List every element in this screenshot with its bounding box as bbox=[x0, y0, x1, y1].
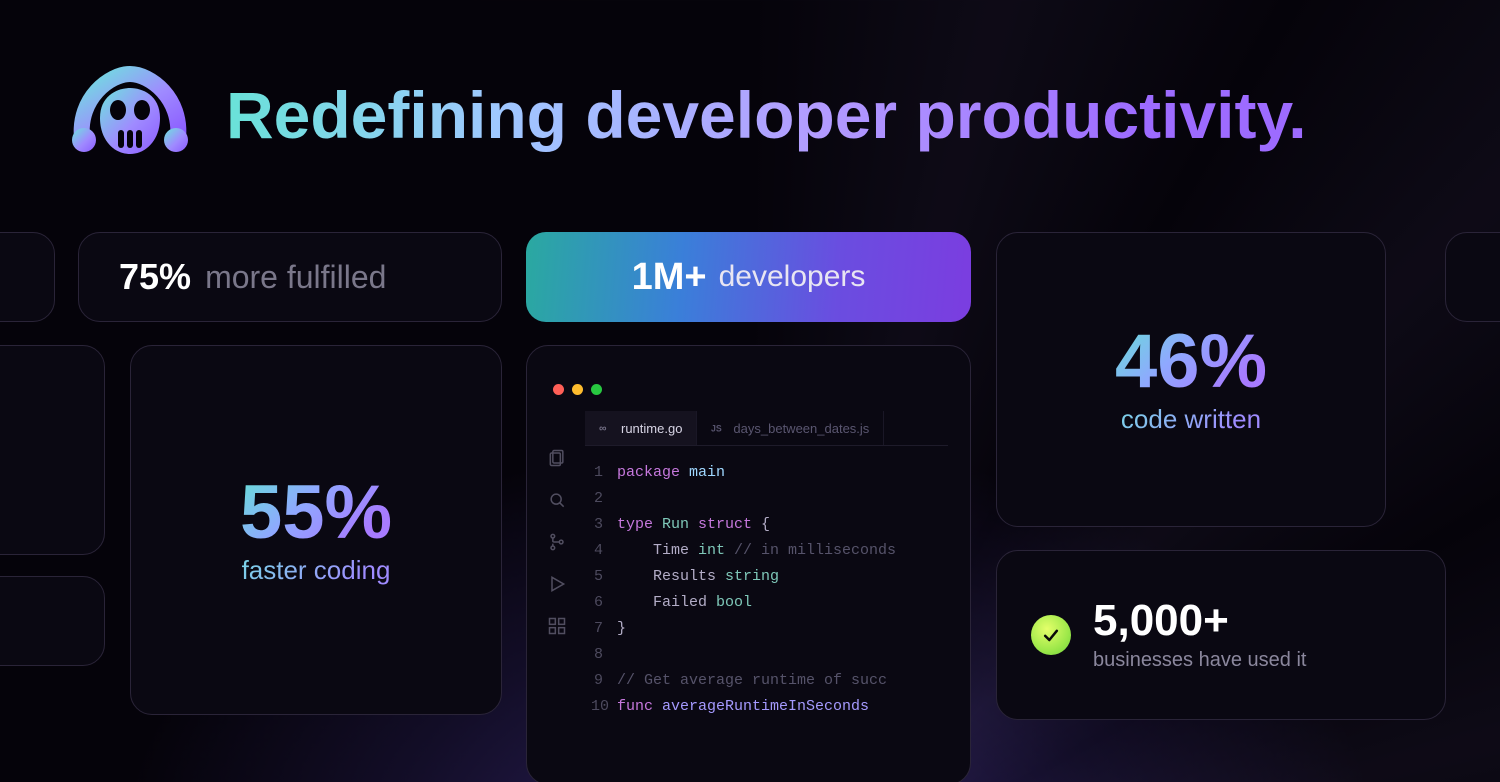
code-line: func averageRuntimeInSeconds bbox=[617, 694, 869, 720]
editor-tab-days-between-dates-js: JS days_between_dates.js bbox=[697, 411, 884, 445]
go-file-icon: ∞ bbox=[599, 421, 613, 435]
stat-developers-label: developers bbox=[719, 260, 866, 294]
line-number: 9 bbox=[591, 668, 617, 694]
editor-tab-label: runtime.go bbox=[621, 421, 682, 436]
editor-tab-label: days_between_dates.js bbox=[733, 421, 869, 436]
line-number: 6 bbox=[591, 590, 617, 616]
copilot-logo-icon bbox=[70, 60, 190, 170]
svg-text:JS: JS bbox=[711, 424, 722, 434]
stat-code-written-tile: 46% code written bbox=[996, 232, 1386, 527]
stat-faster-coding-figure: 55% bbox=[240, 475, 392, 551]
stat-businesses-label: businesses have used it bbox=[1093, 649, 1306, 672]
code-line: package main bbox=[617, 460, 725, 486]
decorative-tile bbox=[0, 232, 55, 322]
line-number: 2 bbox=[591, 486, 617, 512]
hero-row: Redefining developer productivity. bbox=[70, 60, 1450, 170]
stat-code-written-figure: 46% bbox=[1115, 324, 1267, 400]
decorative-tile bbox=[1445, 232, 1500, 322]
svg-text:∞: ∞ bbox=[599, 423, 607, 435]
editor-activity-bar bbox=[537, 442, 577, 782]
stat-code-written-label: code written bbox=[1121, 404, 1261, 435]
files-icon bbox=[547, 448, 567, 468]
source-control-icon bbox=[547, 532, 567, 552]
minimize-icon bbox=[572, 384, 583, 395]
editor-tabs: ∞ runtime.go JS days_between_dates.js bbox=[585, 411, 948, 446]
code-line: } bbox=[617, 616, 626, 642]
check-icon bbox=[1031, 615, 1071, 655]
editor-tab-runtime-go: ∞ runtime.go bbox=[585, 411, 697, 445]
line-number: 5 bbox=[591, 564, 617, 590]
code-editor-tile: ∞ runtime.go JS days_between_dates.js 1p… bbox=[526, 345, 971, 782]
run-debug-icon bbox=[547, 574, 567, 594]
line-number: 7 bbox=[591, 616, 617, 642]
search-icon bbox=[547, 490, 567, 510]
close-icon bbox=[553, 384, 564, 395]
stat-fulfilled-tile: 75% more fulfilled bbox=[78, 232, 502, 322]
stat-developers-pill: 1M+ developers bbox=[526, 232, 971, 322]
line-number: 4 bbox=[591, 538, 617, 564]
line-number: 10 bbox=[591, 694, 617, 720]
stat-businesses-tile: 5,000+ businesses have used it bbox=[996, 550, 1446, 720]
code-content: 1package main23type Run struct {4 Time i… bbox=[585, 446, 948, 720]
line-number: 8 bbox=[591, 642, 617, 668]
code-line: Failed bool bbox=[617, 590, 752, 616]
extensions-icon bbox=[547, 616, 567, 636]
decorative-tile bbox=[0, 345, 105, 555]
line-number: 3 bbox=[591, 512, 617, 538]
code-line: Results string bbox=[617, 564, 779, 590]
stat-faster-coding-tile: 55% faster coding bbox=[130, 345, 502, 715]
js-file-icon: JS bbox=[711, 421, 725, 435]
code-line: // Get average runtime of succ bbox=[617, 668, 887, 694]
decorative-tile bbox=[0, 576, 105, 666]
stat-fulfilled-figure: 75% bbox=[119, 256, 191, 298]
line-number: 1 bbox=[591, 460, 617, 486]
maximize-icon bbox=[591, 384, 602, 395]
stat-fulfilled-label: more fulfilled bbox=[205, 259, 386, 296]
code-line: type Run struct { bbox=[617, 512, 770, 538]
code-line: Time int // in milliseconds bbox=[617, 538, 896, 564]
stat-faster-coding-label: faster coding bbox=[242, 555, 391, 586]
stat-businesses-figure: 5,000+ bbox=[1093, 599, 1306, 643]
stat-developers-figure: 1M+ bbox=[632, 256, 707, 299]
window-traffic-lights bbox=[549, 384, 948, 395]
hero-headline: Redefining developer productivity. bbox=[226, 77, 1307, 153]
